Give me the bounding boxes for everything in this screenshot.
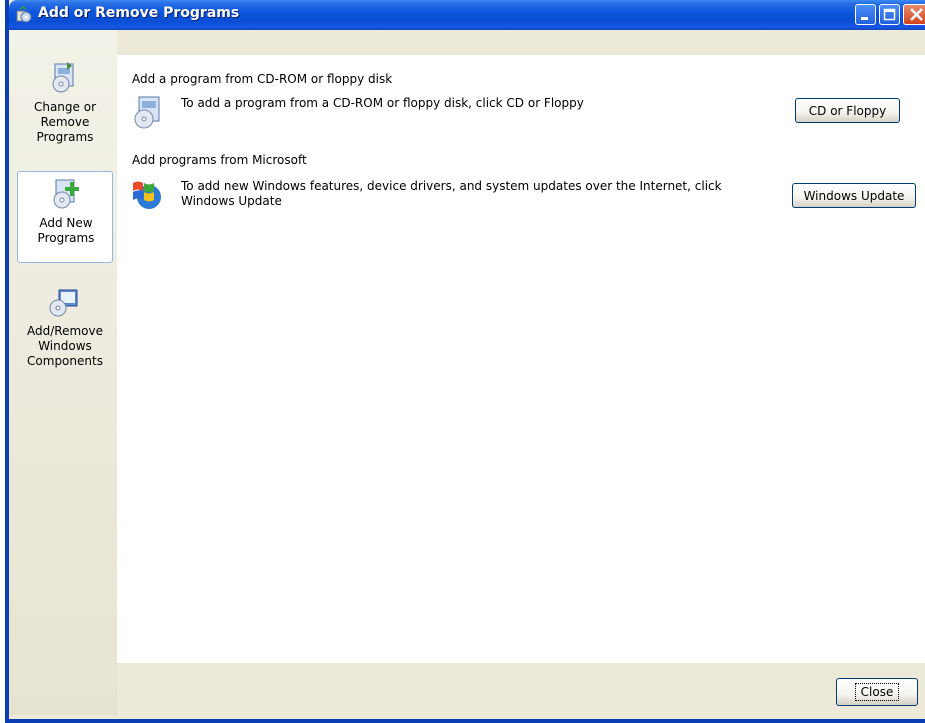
cd-install-icon	[134, 96, 160, 129]
add-new-icon	[53, 179, 79, 209]
close-button-label: Close	[854, 683, 900, 701]
close-icon	[909, 8, 923, 21]
sidebar-item-add-new[interactable]: Add New Programs	[17, 171, 113, 263]
window-title: Add or Remove Programs	[38, 5, 240, 21]
add-remove-programs-window: Add or Remove Programs Change or Remove …	[5, 0, 925, 723]
cd-or-floppy-button[interactable]: CD or Floppy	[795, 98, 900, 123]
sidebar-item-windows-components[interactable]: Add/Remove Windows Components	[17, 280, 113, 372]
minimize-button[interactable]	[855, 4, 876, 25]
close-button[interactable]: Close	[836, 678, 918, 706]
windows-update-button[interactable]: Windows Update	[792, 183, 916, 208]
sidebar-item-label: Add/Remove Windows Components	[27, 324, 103, 368]
section-title-microsoft: Add programs from Microsoft	[132, 153, 307, 167]
windows-logo-icon	[133, 181, 161, 209]
section-description-cd: To add a program from a CD-ROM or floppy…	[181, 96, 584, 110]
windows-components-icon	[49, 289, 78, 317]
sidebar-item-label: Change or Remove Programs	[33, 100, 97, 144]
main-content: Add a program from CD-ROM or floppy disk…	[117, 55, 925, 663]
section-title-cd: Add a program from CD-ROM or floppy disk	[132, 72, 393, 86]
maximize-button[interactable]	[879, 4, 900, 25]
section-description-microsoft: To add new Windows features, device driv…	[181, 179, 722, 208]
minimize-icon	[861, 17, 868, 20]
sidebar-item-change-remove[interactable]: Change or Remove Programs	[17, 56, 113, 148]
title-bar[interactable]: Add or Remove Programs	[9, 0, 925, 30]
sidebar: Change or Remove Programs Add New Progra…	[9, 30, 117, 715]
add-remove-programs-icon	[16, 6, 32, 23]
sidebar-item-label: Add New Programs	[37, 216, 95, 245]
maximize-icon	[883, 8, 896, 21]
close-window-button[interactable]	[903, 4, 925, 25]
change-remove-icon	[52, 62, 74, 93]
